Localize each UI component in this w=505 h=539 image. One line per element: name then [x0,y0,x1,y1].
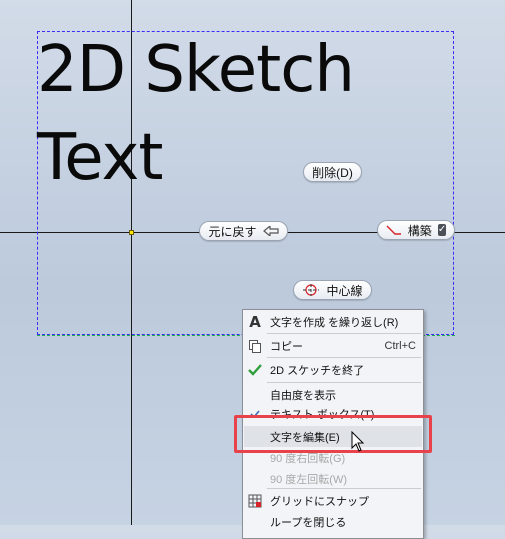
undo-arrow-icon [262,226,279,236]
copy-icon [244,339,266,353]
construction-checkbox[interactable]: ✓ [437,224,447,236]
menu-separator [267,357,421,358]
menu-item-close-loop[interactable]: ループを閉じる [244,511,422,532]
menu-separator [267,382,421,383]
origin-point[interactable] [129,230,134,235]
undo-button[interactable]: 元に戻す [199,221,288,241]
highlight-box [234,415,432,453]
delete-button[interactable]: 削除(D) [303,162,362,182]
centerline-icon [302,283,320,297]
menu-item-finish-sketch[interactable]: 2D スケッチを終了 [244,359,422,380]
copy-shortcut: Ctrl+C [384,339,416,352]
grid-snap-icon [244,494,266,508]
sketch-text-line-1: 2D Sketch [37,33,355,107]
centerline-button[interactable]: 中心線 [293,280,372,300]
construction-label: 構築 [407,223,432,238]
checkmark-icon [244,363,266,376]
menu-separator [267,488,421,489]
construction-line-icon [386,224,402,236]
menu-item-repeat-create-text[interactable]: A 文字を作成 を繰り返し(R) [244,311,422,332]
menu-separator [267,333,421,334]
menu-item-copy[interactable]: コピー Ctrl+C [244,335,422,356]
mouse-pointer-icon [351,430,365,458]
centerline-label: 中心線 [326,283,363,298]
menu-item-show-dof[interactable]: 自由度を表示 [244,384,422,405]
sketch-text-line-2: Text [37,121,163,195]
menu-item-rotate-left[interactable]: 90 度左回転(W) [244,468,422,489]
letter-a-icon: A [249,312,261,331]
sketch-canvas[interactable]: 2D Sketch Text 削除(D) 元に戻す 構築 ✓ 中心線 A 文字を… [0,0,505,539]
construction-toggle[interactable]: 構築 ✓ [377,220,455,240]
sketch-text[interactable]: 2D Sketch Text [37,26,457,202]
menu-item-snap-to-grid[interactable]: グリッドにスナップ [244,490,422,511]
delete-label: 削除(D) [312,165,353,180]
undo-label: 元に戻す [208,224,257,239]
